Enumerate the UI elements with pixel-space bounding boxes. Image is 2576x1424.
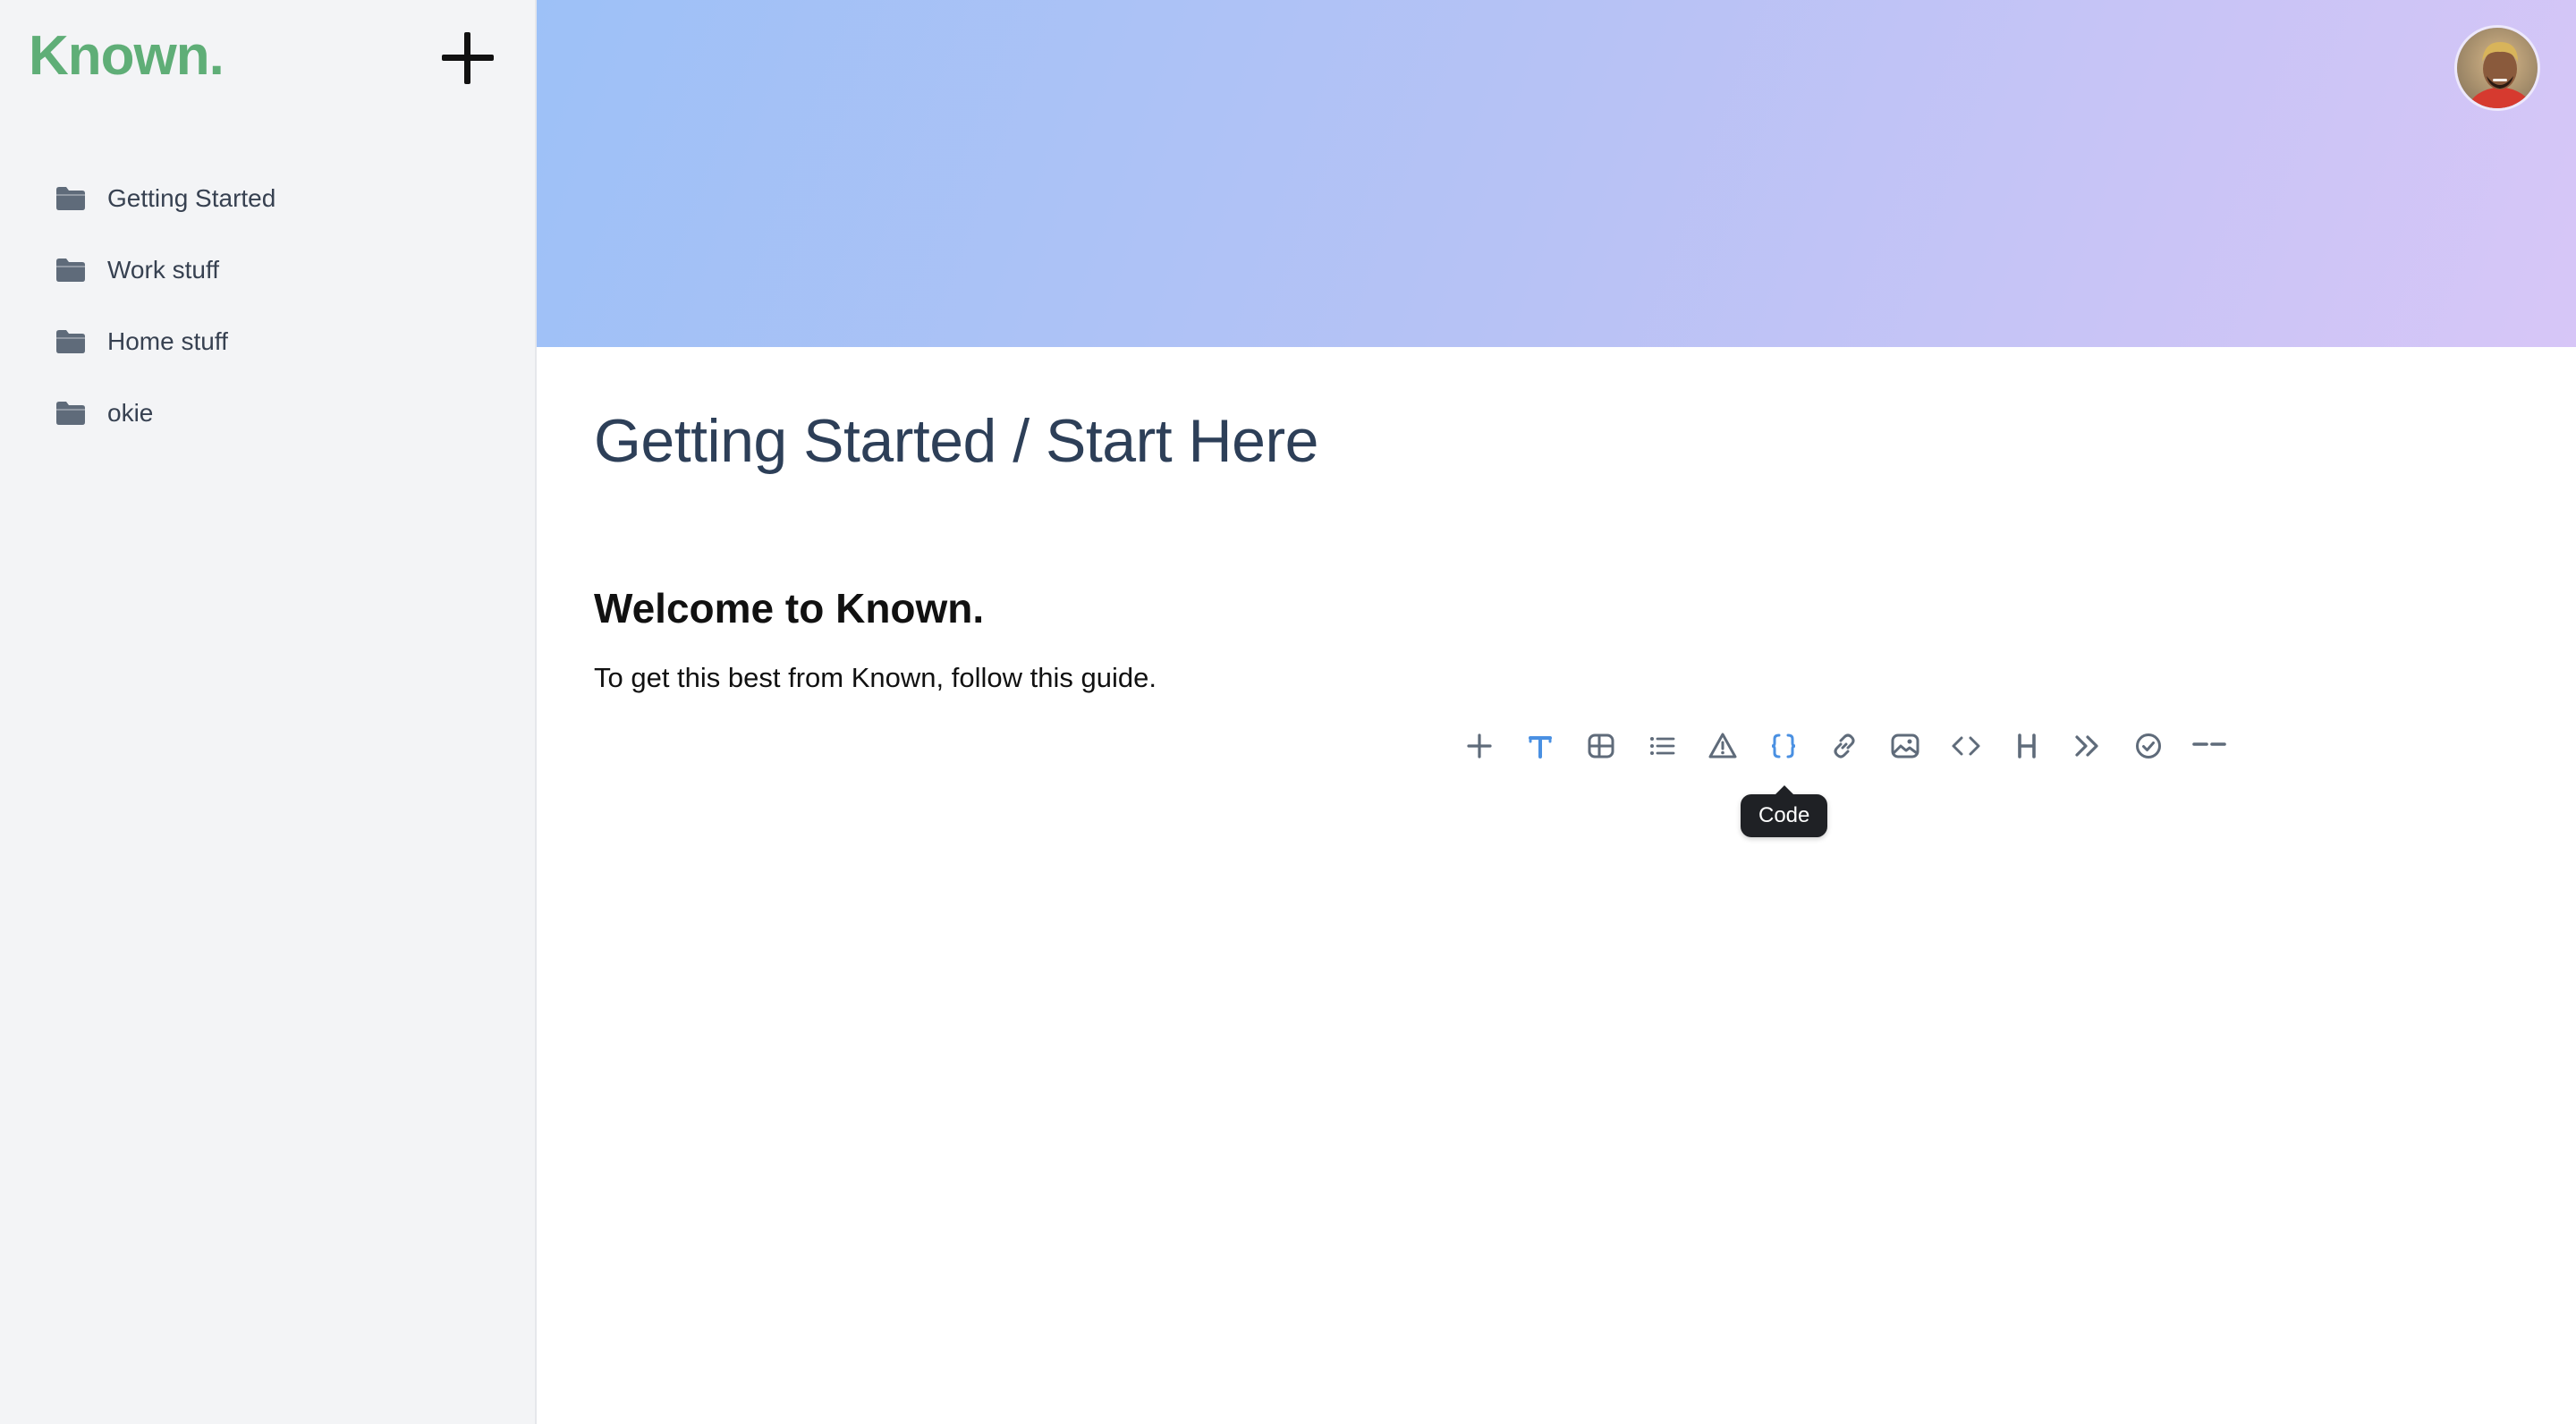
text-icon bbox=[1529, 736, 1552, 759]
block-toolbar bbox=[1449, 725, 2240, 767]
sidebar-item-work-stuff[interactable]: Work stuff bbox=[0, 234, 537, 306]
table-block-button[interactable] bbox=[1571, 725, 1631, 767]
divider-block-button[interactable] bbox=[2179, 725, 2240, 767]
embed-code-button[interactable] bbox=[1936, 725, 1996, 767]
plus-icon bbox=[1467, 733, 1492, 759]
folder-icon bbox=[55, 186, 86, 211]
link-block-button[interactable] bbox=[1814, 725, 1875, 767]
add-block-button[interactable] bbox=[1449, 725, 1510, 767]
sidebar-item-label: Work stuff bbox=[107, 256, 220, 284]
checklist-block-button[interactable] bbox=[2118, 725, 2179, 767]
sidebar-item-label: Home stuff bbox=[107, 327, 228, 355]
text-block-button[interactable] bbox=[1510, 725, 1571, 767]
sidebar-item-label: Getting Started bbox=[107, 184, 276, 212]
sidebar-nav: Getting Started Work stuff Home stuff ok… bbox=[0, 163, 537, 449]
plus-icon bbox=[442, 32, 494, 84]
header-banner bbox=[537, 0, 2576, 347]
document-heading[interactable]: Welcome to Known. bbox=[594, 580, 984, 637]
heading-block-button[interactable] bbox=[1996, 725, 2057, 767]
list-icon bbox=[1650, 737, 1675, 755]
table-icon bbox=[1588, 733, 1614, 759]
warning-block-button[interactable] bbox=[1692, 725, 1753, 767]
heading-icon bbox=[2018, 733, 2036, 759]
folder-icon bbox=[55, 401, 86, 426]
embed-code-icon bbox=[1952, 736, 1980, 756]
link-icon bbox=[1834, 733, 1855, 759]
quote-icon bbox=[2075, 735, 2098, 757]
image-block-button[interactable] bbox=[1875, 725, 1936, 767]
divider-icon bbox=[2192, 742, 2226, 746]
main-content: Getting Started / Start Here Welcome to … bbox=[537, 0, 2576, 1424]
sidebar-item-okie[interactable]: okie bbox=[0, 377, 537, 449]
new-page-button[interactable] bbox=[436, 27, 499, 89]
warning-icon bbox=[1708, 733, 1737, 759]
sidebar-item-home-stuff[interactable]: Home stuff bbox=[0, 306, 537, 377]
folder-icon bbox=[55, 258, 86, 283]
sidebar: Known. Getting Started Work stuff Home s… bbox=[0, 0, 537, 1424]
code-block-icon bbox=[1771, 733, 1796, 759]
app-logo[interactable]: Known. bbox=[29, 21, 225, 91]
page-title[interactable]: Getting Started / Start Here bbox=[594, 401, 1318, 481]
toolbar-tooltip: Code bbox=[1741, 785, 1828, 837]
folder-icon bbox=[55, 329, 86, 354]
sidebar-item-getting-started[interactable]: Getting Started bbox=[0, 163, 537, 234]
list-block-button[interactable] bbox=[1631, 725, 1692, 767]
code-block-button[interactable] bbox=[1753, 725, 1814, 767]
sidebar-item-label: okie bbox=[107, 399, 154, 427]
image-icon bbox=[1891, 733, 1919, 759]
quote-block-button[interactable] bbox=[2057, 725, 2118, 767]
document-paragraph[interactable]: To get this best from Known, follow this… bbox=[594, 658, 1157, 698]
checklist-icon bbox=[2136, 733, 2161, 759]
user-avatar[interactable] bbox=[2454, 25, 2540, 111]
